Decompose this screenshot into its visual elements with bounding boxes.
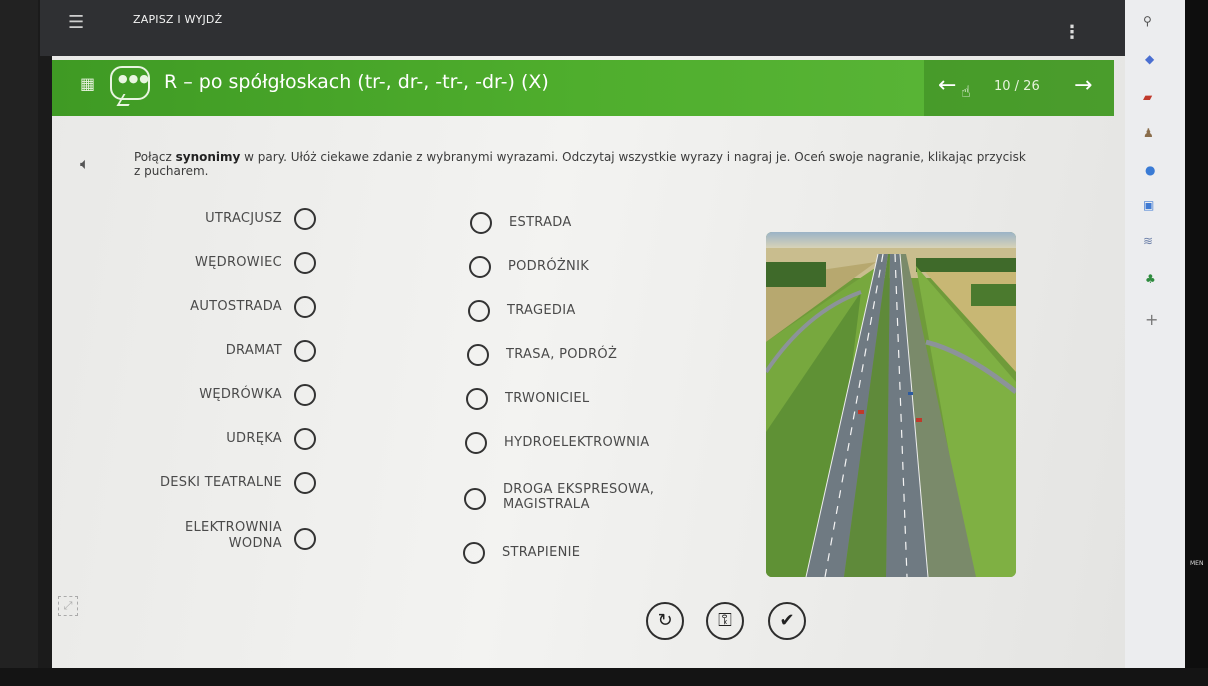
chrome-icon[interactable]: ● (1145, 163, 1155, 177)
check-button[interactable]: ✔ (768, 602, 806, 640)
left-item-radio[interactable] (294, 428, 316, 450)
left-item-label: UDRĘKA (226, 431, 282, 446)
tag-icon[interactable]: ◆ (1145, 52, 1154, 66)
right-item-radio[interactable] (463, 542, 485, 564)
left-item[interactable]: UTRACJUSZ (132, 206, 322, 234)
left-item-label: WĘDROWIEC (194, 255, 282, 270)
exercise-page: ▦ ●●● R – po spółgłoskach (tr-, dr-, -tr… (52, 56, 1125, 668)
right-item-radio[interactable] (466, 388, 488, 410)
right-item-label: STRAPIENIE (502, 545, 581, 560)
browser-side-panel: ⚲ ◆ ▰ ♟ ● ▣ ≋ ♣ + (1125, 0, 1185, 668)
left-item-label: DESKI TEATRALNE (159, 475, 282, 490)
monitor-bezel-bottom (0, 668, 1208, 686)
instruction-text: Połącz synonimy w pary. Ułóż ciekawe zda… (134, 150, 1026, 178)
left-item-radio[interactable] (294, 296, 316, 318)
right-item[interactable]: STRAPIENIE (463, 540, 723, 568)
reset-button[interactable]: ↻ (646, 602, 684, 640)
wave-icon[interactable]: ≋ (1143, 234, 1153, 248)
right-item-radio[interactable] (470, 212, 492, 234)
right-item-radio[interactable] (465, 432, 487, 454)
key-button[interactable]: ⚿ (706, 602, 744, 640)
left-item[interactable]: UDRĘKA (132, 426, 322, 454)
outlook-icon[interactable]: ▣ (1143, 198, 1154, 212)
left-item[interactable]: ELEKTROWNIA WODNA (132, 520, 322, 554)
left-item[interactable]: AUTOSTRADA (132, 294, 322, 322)
right-item-radio[interactable] (464, 488, 486, 510)
left-item-label: WĘDRÓWKA (199, 387, 282, 402)
left-item-label: AUTOSTRADA (190, 299, 282, 314)
hand-cursor-icon: ☝ (961, 82, 971, 101)
right-item[interactable]: TRAGEDIA (468, 298, 728, 326)
right-item-label: TRAGEDIA (507, 303, 576, 318)
grid-icon[interactable]: ▦ (80, 74, 95, 93)
right-item[interactable]: DROGA EKSPRESOWA, MAGISTRALA (464, 482, 724, 514)
right-item-label: TRWONICIEL (505, 391, 590, 406)
tree-icon[interactable]: ♣ (1145, 272, 1156, 286)
left-item[interactable]: WĘDRÓWKA (132, 382, 322, 410)
add-icon[interactable]: + (1145, 310, 1158, 329)
exercise-title: R – po spółgłoskach (tr-, dr-, -tr-, -dr… (164, 71, 549, 93)
more-options-icon[interactable]: ⋮ (1063, 22, 1081, 43)
left-item-radio[interactable] (294, 340, 316, 362)
left-item-radio[interactable] (294, 528, 316, 550)
right-item[interactable]: HYDROELEKTROWNIA (465, 430, 725, 458)
left-item-label: DRAMAT (225, 343, 282, 358)
left-item-radio[interactable] (294, 384, 316, 406)
side-text: MEN (1190, 560, 1204, 567)
left-item-radio[interactable] (294, 252, 316, 274)
right-item-label: ESTRADA (509, 215, 572, 230)
left-item[interactable]: DRAMAT (132, 338, 322, 366)
right-item-radio[interactable] (469, 256, 491, 278)
fullscreen-icon[interactable]: ⤢ (58, 596, 78, 616)
right-item-radio[interactable] (468, 300, 490, 322)
menu-icon[interactable]: ☰ (68, 12, 84, 33)
left-item-radio[interactable] (294, 208, 316, 230)
left-item-radio[interactable] (294, 472, 316, 494)
left-item-label: UTRACJUSZ (205, 211, 282, 226)
page-counter: 10 / 26 (994, 79, 1040, 94)
right-item-label: DROGA EKSPRESOWA, MAGISTRALA (503, 482, 655, 512)
speech-bubble-icon: ●●● (110, 66, 150, 100)
people-icon[interactable]: ♟ (1143, 126, 1154, 140)
right-item-label: HYDROELEKTROWNIA (504, 435, 650, 450)
speaker-icon[interactable]: 🔈︎ (80, 154, 90, 174)
left-item-label: ELEKTROWNIA WODNA (185, 520, 282, 551)
highway-photo (766, 232, 1016, 577)
left-item[interactable]: WĘDROWIEC (132, 250, 322, 278)
right-item-label: TRASA, PODRÓŻ (506, 347, 618, 362)
search-icon[interactable]: ⚲ (1143, 14, 1152, 28)
save-and-exit-button[interactable]: ZAPISZ I WYJDŹ (133, 13, 222, 26)
monitor-bezel-left (0, 0, 38, 686)
left-item[interactable]: DESKI TEATRALNE (132, 470, 322, 498)
next-arrow-icon[interactable]: → (1074, 73, 1092, 98)
right-item[interactable]: TRWONICIEL (466, 386, 726, 414)
top-app-bar: ☰ ZAPISZ I WYJDŹ ⋮ (40, 0, 1125, 56)
right-item[interactable]: ESTRADA (470, 210, 730, 238)
monitor-bezel-right (1185, 0, 1208, 686)
shopping-icon[interactable]: ▰ (1143, 90, 1152, 104)
previous-arrow-icon[interactable]: ← (938, 73, 956, 98)
right-item-radio[interactable] (467, 344, 489, 366)
right-item[interactable]: TRASA, PODRÓŻ (467, 342, 727, 370)
exercise-header: ▦ ●●● R – po spółgłoskach (tr-, dr-, -tr… (52, 60, 1114, 116)
right-item-label: PODRÓŻNIK (508, 259, 590, 274)
right-item[interactable]: PODRÓŻNIK (469, 254, 729, 282)
